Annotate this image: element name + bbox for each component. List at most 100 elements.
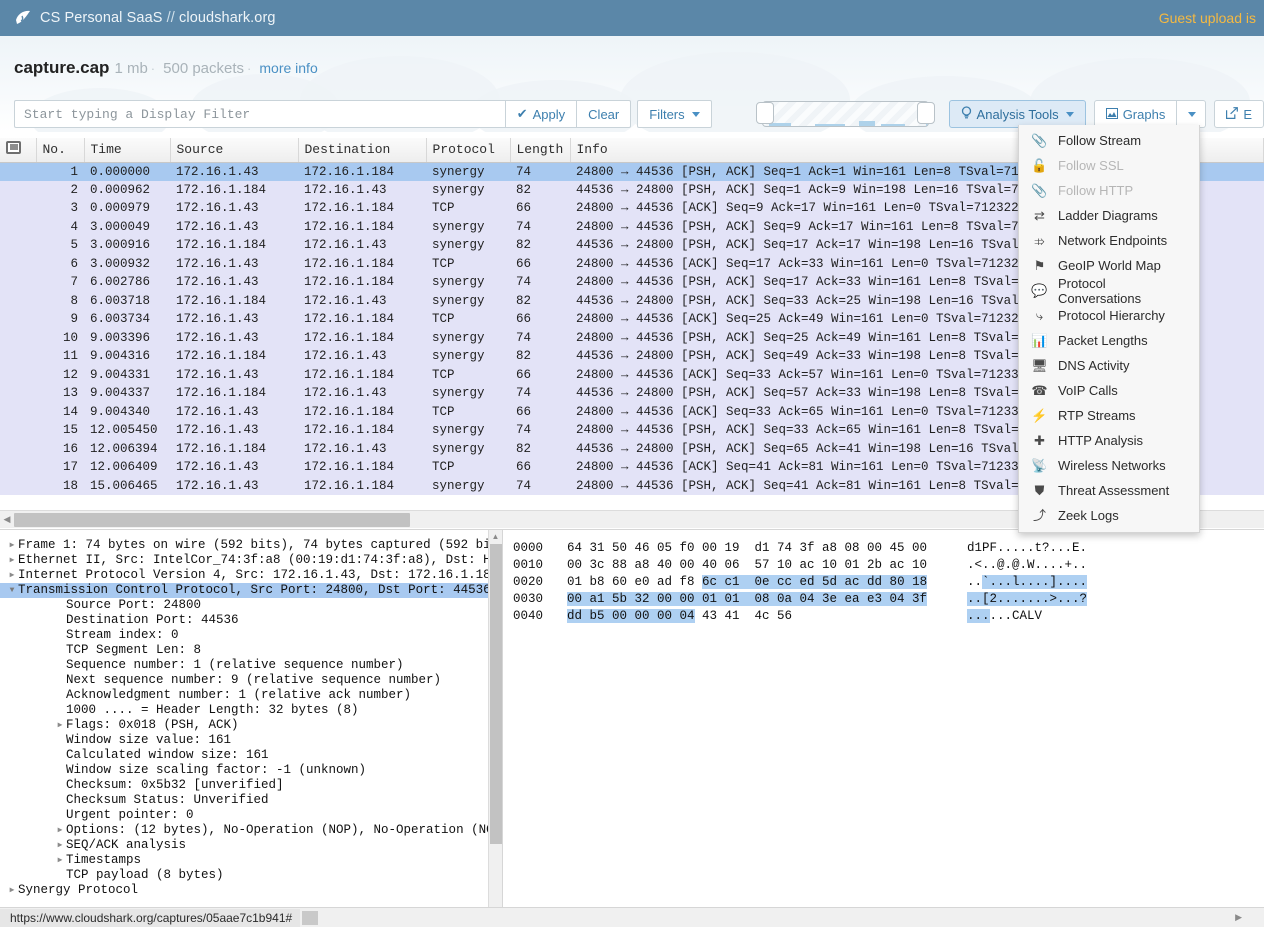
protocol-tree-node[interactable]: Sequence number: 1 (relative sequence nu… [0,658,502,673]
chevron-right-icon[interactable]: ▶ [6,883,18,898]
column-header-protocol[interactable]: Protocol [426,138,510,162]
packet-source: 172.16.1.43 [170,403,298,422]
menu-item-ladder-diagrams[interactable]: ⇄Ladder Diagrams [1019,203,1199,228]
protocol-tree-node[interactable]: ▼Transmission Control Protocol, Src Port… [0,583,502,598]
column-header-length[interactable]: Length [510,138,570,162]
graphs-button[interactable]: Graphs [1094,100,1178,128]
scrollbar-thumb[interactable] [14,513,410,527]
filters-dropdown-button[interactable]: Filters [637,100,711,128]
protocol-tree-node[interactable]: ▶Synergy Protocol [0,883,502,898]
tree-node-label: Source Port: 24800 [66,598,201,613]
menu-item-label: Threat Assessment [1058,483,1169,498]
protocol-tree-node[interactable]: Source Port: 24800 [0,598,502,613]
menu-item-protocol-conversations[interactable]: 💬Protocol Conversations [1019,278,1199,303]
hex-dump-row[interactable]: 003000 a1 5b 32 00 00 01 01 08 0a 04 3e … [513,591,1264,608]
protocol-tree-node[interactable]: ▶Timestamps [0,853,502,868]
analysis-tools-button[interactable]: Analysis Tools [949,100,1086,128]
packet-time: 9.004337 [84,384,170,403]
chevron-right-icon[interactable]: ▶ [54,823,66,838]
scroll-left-arrow-icon[interactable]: ◀ [0,514,14,525]
menu-item-voip-calls[interactable]: ☎VoIP Calls [1019,378,1199,403]
column-header-destination[interactable]: Destination [298,138,426,162]
packet-length: 66 [510,403,570,422]
scroll-right-arrow-icon[interactable]: ▶ [1235,912,1242,923]
column-header-no[interactable]: No. [36,138,84,162]
chevron-right-icon[interactable]: ▶ [6,568,18,583]
clear-filter-button[interactable]: Clear [577,100,631,128]
menu-item-zeek-logs[interactable]: ⤴Zeek Logs [1019,503,1199,528]
packet-protocol: TCP [426,255,510,274]
detail-scrollbar-thumb[interactable] [490,544,502,844]
hex-dump-row[interactable]: 0040dd b5 00 00 00 04 43 41 4c 56......C… [513,608,1264,625]
menu-item-threat-assessment[interactable]: ⛊Threat Assessment [1019,478,1199,503]
menu-item-geoip-world-map[interactable]: ⚑GeoIP World Map [1019,253,1199,278]
menu-item-label: Ladder Diagrams [1058,208,1158,223]
scroll-up-arrow-icon[interactable]: ▲ [489,530,502,543]
menu-item-wireless-networks[interactable]: 📡Wireless Networks [1019,453,1199,478]
protocol-tree-node[interactable]: ▶Frame 1: 74 bytes on wire (592 bits), 7… [0,538,502,553]
chevron-right-icon[interactable]: ▶ [54,838,66,853]
protocol-tree-node[interactable]: ▶Ethernet II, Src: IntelCor_74:3f:a8 (00… [0,553,502,568]
detail-vertical-scrollbar[interactable]: ▲ ▼ [488,530,502,927]
menu-item-dns-activity[interactable]: 🖥DNS Activity [1019,353,1199,378]
menu-item-network-endpoints[interactable]: ⤃Network Endpoints [1019,228,1199,253]
protocol-tree-node[interactable]: Next sequence number: 9 (relative sequen… [0,673,502,688]
packet-detail-pane[interactable]: ▶Frame 1: 74 bytes on wire (592 bits), 7… [0,530,503,927]
brand-separator: // [167,10,175,26]
menu-item-protocol-hierarchy[interactable]: ⤷Protocol Hierarchy [1019,303,1199,328]
menu-item-packet-lengths[interactable]: 📊Packet Lengths [1019,328,1199,353]
range-handle-right[interactable] [917,102,935,124]
status-scroll-thumb[interactable] [302,911,318,925]
column-header-source[interactable]: Source [170,138,298,162]
hex-dump-row[interactable]: 001000 3c 88 a8 40 00 40 06 57 10 ac 10 … [513,557,1264,574]
chevron-right-icon[interactable]: ▶ [6,538,18,553]
protocol-tree-node[interactable]: Window size value: 161 [0,733,502,748]
protocol-tree-node[interactable]: ▶SEQ/ACK analysis [0,838,502,853]
protocol-tree-node[interactable]: Checksum: 0x5b32 [unverified] [0,778,502,793]
protocol-tree-node[interactable]: 1000 .... = Header Length: 32 bytes (8) [0,703,502,718]
packet-destination: 172.16.1.184 [298,273,426,292]
packet-length: 82 [510,292,570,311]
chevron-down-icon[interactable]: ▼ [6,583,18,598]
export-button[interactable]: E [1214,100,1264,128]
menu-item-rtp-streams[interactable]: ⚡RTP Streams [1019,403,1199,428]
packet-length: 66 [510,458,570,477]
display-filter-input[interactable] [14,100,505,128]
packet-length: 74 [510,384,570,403]
hex-dump-row[interactable]: 002001 b8 60 e0 ad f8 6c c1 0e cc ed 5d … [513,574,1264,591]
status-scroll-track[interactable]: ▶ [318,909,1264,927]
protocol-tree-node[interactable]: Window size scaling factor: -1 (unknown) [0,763,502,778]
chevron-right-icon[interactable]: ▶ [6,553,18,568]
menu-item-http-analysis[interactable]: ✚HTTP Analysis [1019,428,1199,453]
column-header-flag[interactable] [0,138,36,162]
range-handle-left[interactable] [756,102,774,124]
protocol-tree-node[interactable]: ▶Flags: 0x018 (PSH, ACK) [0,718,502,733]
hex-dump-pane[interactable]: 000064 31 50 46 05 f0 00 19 d1 74 3f a8 … [503,530,1264,927]
packet-time: 6.002786 [84,273,170,292]
graphs-dropdown-button[interactable] [1177,100,1206,128]
more-info-link[interactable]: more info [259,60,317,76]
timeline-sparkline[interactable] [762,101,929,127]
apply-filter-button[interactable]: ✔Apply [505,100,577,128]
brand-title[interactable]: CS Personal SaaS // cloudshark.org [40,10,276,26]
protocol-tree-node[interactable]: ▶Options: (12 bytes), No-Operation (NOP)… [0,823,502,838]
protocol-tree-node[interactable]: TCP payload (8 bytes) [0,868,502,883]
protocol-tree-node[interactable]: TCP Segment Len: 8 [0,643,502,658]
chevron-right-icon[interactable]: ▶ [54,718,66,733]
protocol-tree-node[interactable]: Checksum Status: Unverified [0,793,502,808]
hex-dump-row[interactable]: 000064 31 50 46 05 f0 00 19 d1 74 3f a8 … [513,540,1264,557]
protocol-tree-node[interactable]: Calculated window size: 161 [0,748,502,763]
protocol-tree-node[interactable]: Destination Port: 44536 [0,613,502,628]
packet-protocol: TCP [426,458,510,477]
menu-item-follow-stream[interactable]: 📎Follow Stream [1019,128,1199,153]
protocol-tree-node[interactable]: Acknowledgment number: 1 (relative ack n… [0,688,502,703]
protocol-tree-node[interactable]: ▶Internet Protocol Version 4, Src: 172.1… [0,568,502,583]
analysis-tools-menu[interactable]: 📎Follow Stream🔓Follow SSL📎Follow HTTP⇄La… [1018,125,1200,533]
packet-protocol: TCP [426,199,510,218]
protocol-tree[interactable]: ▶Frame 1: 74 bytes on wire (592 bits), 7… [0,530,502,898]
chevron-right-icon[interactable]: ▶ [54,853,66,868]
protocol-tree-node[interactable]: Urgent pointer: 0 [0,808,502,823]
column-header-time[interactable]: Time [84,138,170,162]
protocol-tree-node[interactable]: Stream index: 0 [0,628,502,643]
packet-timeline-range-slider[interactable] [756,99,935,129]
